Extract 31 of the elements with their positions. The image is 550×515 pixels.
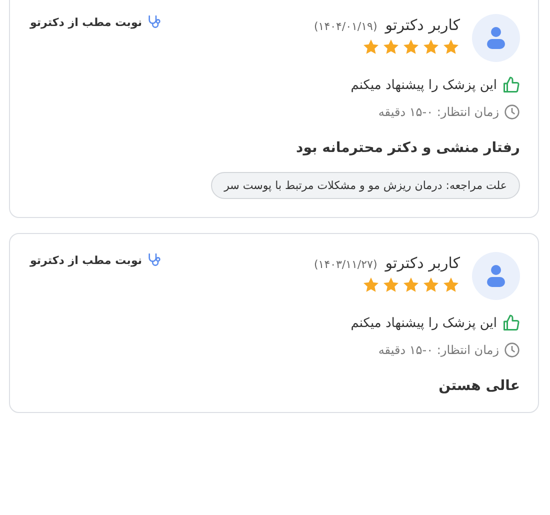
recommendation-text: این پزشک را پیشنهاد میکنم <box>350 78 497 92</box>
wait-time: زمان انتظار: ۰-۱۵ دقیقه <box>378 105 499 119</box>
star-icon <box>422 276 440 294</box>
wait-time: زمان انتظار: ۰-۱۵ دقیقه <box>378 343 499 357</box>
thumbs-up-icon <box>502 314 520 332</box>
user-icon <box>486 26 506 50</box>
stethoscope-icon <box>146 252 162 268</box>
clock-icon <box>504 342 520 358</box>
review-comment: عالی هستن <box>438 378 520 394</box>
star-icon <box>402 38 420 56</box>
star-icon <box>442 276 460 294</box>
review-comment: رفتار منشی و دکتر محترمانه بود <box>295 140 520 156</box>
review-date: (۱۴۰۴/۰۱/۱۹) <box>314 20 378 33</box>
booking-source: نوبت مطب از دکترتو <box>30 16 142 28</box>
visit-reason-tag: علت مراجعه: درمان ریزش مو و مشکلات مرتبط با پوست سر <box>211 172 520 199</box>
star-icon <box>362 38 380 56</box>
recommendation-text: این پزشک را پیشنهاد میکنم <box>350 316 497 330</box>
thumbs-up-icon <box>502 76 520 94</box>
clock-icon <box>504 104 520 120</box>
star-icon <box>382 38 400 56</box>
star-icon <box>442 38 460 56</box>
booking-source: نوبت مطب از دکترتو <box>30 254 142 266</box>
star-icon <box>362 276 380 294</box>
star-icon <box>402 276 420 294</box>
star-icon <box>422 38 440 56</box>
user-name: کاربر دکترتو <box>385 16 460 34</box>
stethoscope-icon <box>146 14 162 30</box>
review-date: (۱۴۰۳/۱۱/۲۷) <box>314 258 378 271</box>
user-name: کاربر دکترتو <box>385 254 460 272</box>
user-icon <box>486 264 506 288</box>
star-icon <box>382 276 400 294</box>
